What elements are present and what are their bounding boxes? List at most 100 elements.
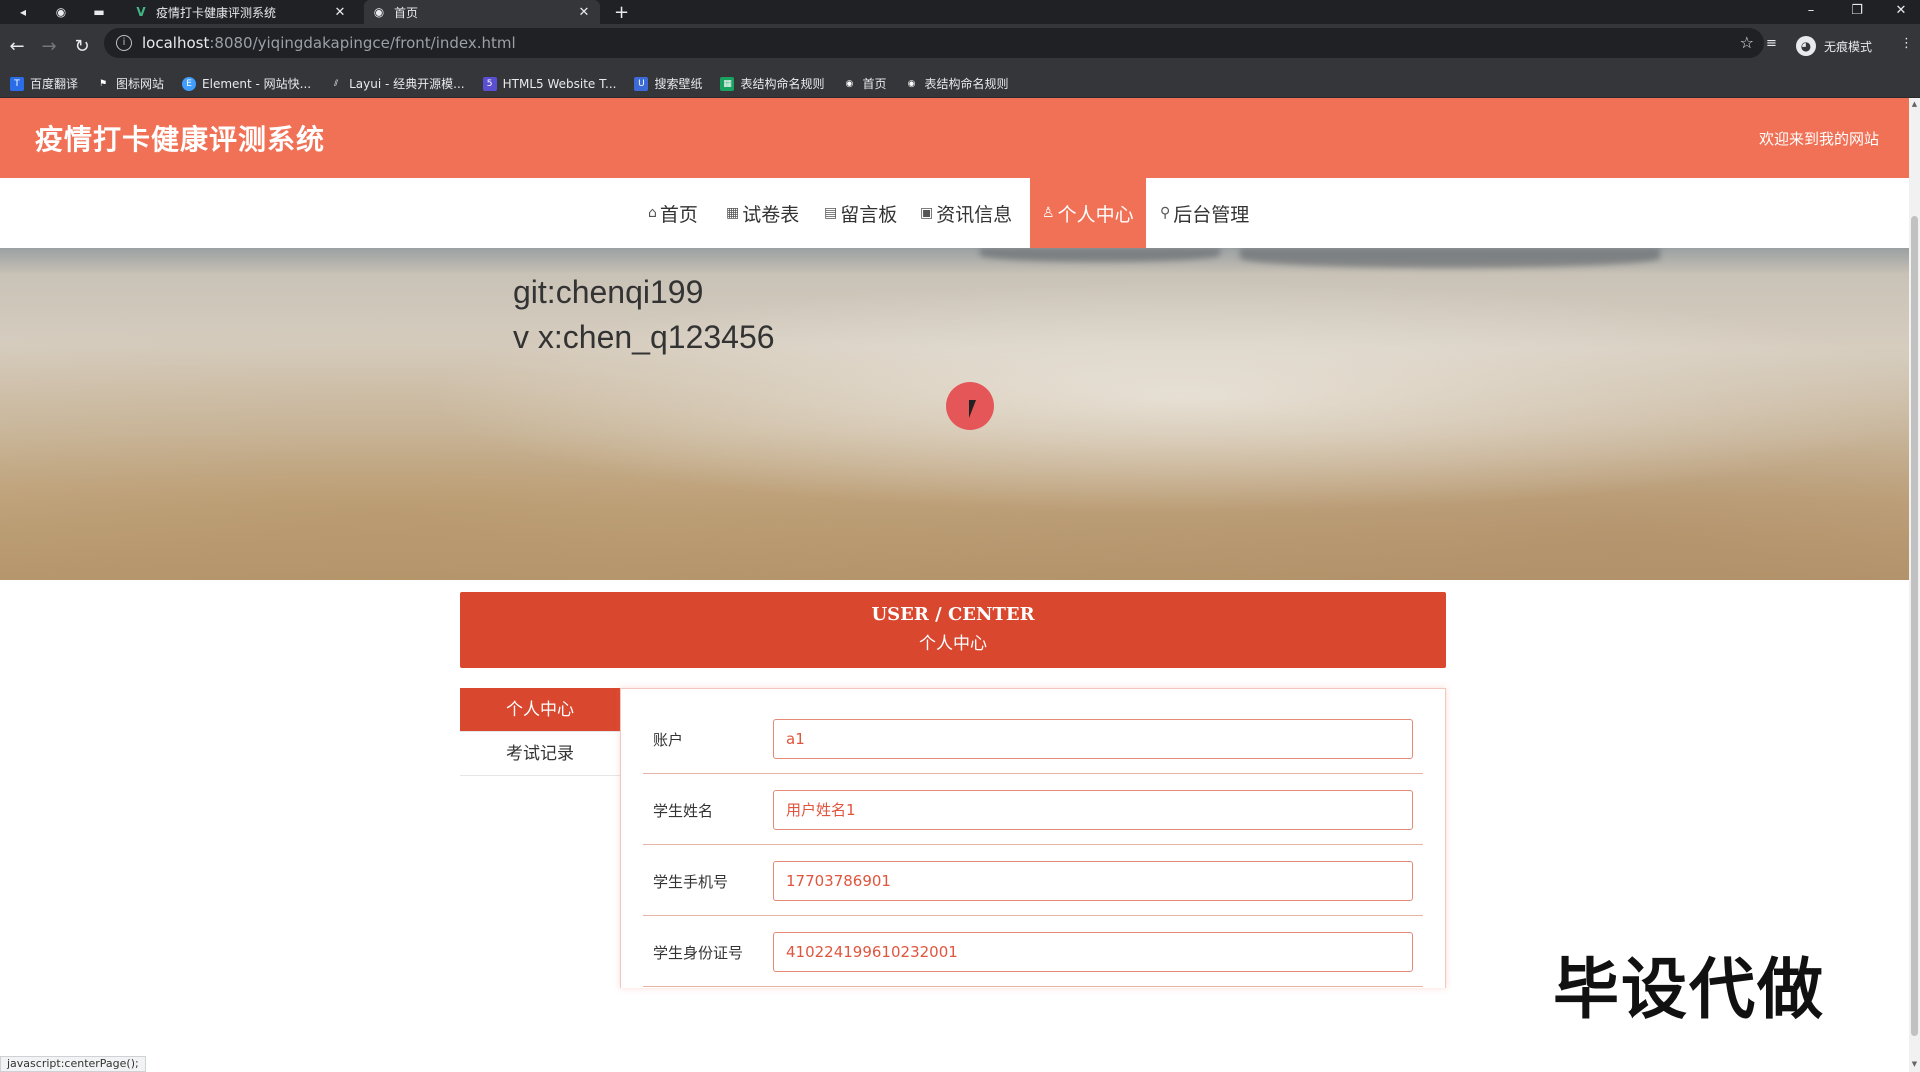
page-viewport: 疫情打卡健康评测系统 欢迎来到我的网站 ⌂ 首页 ▦ 试卷表 ▤ 留言板 ▣ 资讯信息 … (0, 98, 1920, 1072)
nav-admin[interactable]: ⚲ 后台管理 (1148, 178, 1261, 248)
back-icon[interactable]: ← (6, 36, 28, 58)
bookmark-item[interactable]: T 百度翻译 (10, 75, 78, 92)
account-label: 账户 (653, 731, 684, 749)
overlay-git-text: git:chenqi199 (513, 274, 704, 310)
bookmark-label: Layui - 经典开源模... (349, 77, 465, 91)
welcome-text: 欢迎来到我的网站 (1758, 130, 1879, 148)
tab-system[interactable]: V 疫情打卡健康评测系统 ✕ (126, 0, 356, 24)
user-center-title-en: USER / CENTER (871, 604, 1035, 625)
bookmark-item[interactable]: ⚑ 图标网站 (96, 75, 164, 92)
nav-label: 首页 (659, 203, 698, 226)
bookmark-item[interactable]: ◉ 首页 (842, 75, 887, 92)
student-name-label: 学生姓名 (653, 802, 714, 820)
form-row-name: 学生姓名 用户姓名1 (643, 774, 1423, 845)
user-center-header: USER / CENTER 个人中心 (460, 592, 1446, 668)
student-id-field[interactable]: 410224199610232001 (773, 932, 1413, 972)
bookmark-label: 表结构命名规则 (924, 77, 1009, 91)
forward-icon[interactable]: → (38, 36, 60, 58)
nav-label: 个人中心 (1057, 203, 1134, 226)
incognito-icon: ◕ (1796, 36, 1816, 56)
student-phone-label: 学生手机号 (653, 873, 729, 891)
flag-icon: ⚑ (98, 78, 108, 89)
profile-form: 账户 a1 学生姓名 用户姓名1 学生手机号 17703786901 学生身份证… (620, 688, 1446, 988)
window-icon[interactable]: ▬ (90, 3, 108, 21)
bookmark-label: HTML5 Website T... (502, 76, 617, 91)
bookmark-item[interactable]: E Element - 网站快... (182, 75, 311, 92)
reload-icon[interactable]: ↻ (71, 36, 93, 58)
translate-icon: T (10, 76, 24, 91)
bookmark-item[interactable]: U 搜索壁纸 (634, 75, 702, 92)
globe-icon: ◉ (907, 78, 916, 89)
site-title: 疫情打卡健康评测系统 (35, 123, 326, 156)
close-window-icon[interactable]: ✕ (1878, 0, 1920, 24)
nav-home[interactable]: ⌂ 首页 (636, 178, 710, 248)
cursor-icon (969, 400, 976, 418)
browser-status-bar: javascript:centerPage(); (0, 1056, 146, 1072)
layui-icon: ⫽ (334, 78, 339, 89)
nav-label: 留言板 (840, 203, 898, 226)
address-bar[interactable]: i localhost:8080/yiqingdakapingce/front/… (104, 28, 1764, 58)
student-id-label: 学生身份证号 (653, 944, 744, 962)
reading-list-icon[interactable]: ≡ (1766, 36, 1777, 51)
html5-icon: 5 (482, 76, 497, 91)
new-tab-icon[interactable]: + (614, 2, 629, 23)
bookmark-label: 百度翻译 (30, 77, 79, 91)
minimize-icon[interactable]: – (1788, 0, 1834, 24)
url-host: localhost (142, 34, 210, 52)
nav-news[interactable]: ▣ 资讯信息 (908, 178, 1024, 248)
page-scrollbar[interactable]: ▲ ▼ (1909, 98, 1920, 1072)
browser-tab-bar: ◂ ◉ ▬ V 疫情打卡健康评测系统 ✕ ◉ 首页 ✕ + – ❐ ✕ (0, 0, 1920, 24)
bookmark-item[interactable]: ◉ 表结构命名规则 (905, 75, 1009, 92)
star-icon[interactable]: ☆ (1740, 33, 1754, 52)
speaker-icon[interactable]: ◂ (14, 3, 32, 21)
main-nav: ⌂ 首页 ▦ 试卷表 ▤ 留言板 ▣ 资讯信息 ♙ 个人中心 ⚲ 后台管理 (0, 178, 1909, 248)
user-icon: ♙ (1042, 205, 1055, 221)
bookmark-item[interactable]: 5 HTML5 Website T... (482, 76, 617, 91)
student-name-field[interactable]: 用户姓名1 (773, 790, 1413, 830)
side-item-exam-records[interactable]: 考试记录 (460, 732, 620, 776)
bookmark-label: 图标网站 (116, 77, 165, 91)
globe-icon: ◉ (845, 78, 854, 89)
scroll-down-icon[interactable]: ▼ (1910, 1060, 1919, 1070)
account-field[interactable]: a1 (773, 719, 1413, 759)
tab-home[interactable]: ◉ 首页 ✕ (364, 0, 600, 24)
close-icon[interactable]: ✕ (332, 5, 348, 20)
user-side-menu: 个人中心 考试记录 (460, 688, 620, 776)
bookmark-label: 表结构命名规则 (740, 77, 825, 91)
restore-icon[interactable]: ❐ (1834, 0, 1880, 24)
nav-message-board[interactable]: ▤ 留言板 (812, 178, 909, 248)
overlay-contact-text: v x:chen_q123456 (513, 319, 775, 355)
form-row-account: 账户 a1 (643, 703, 1423, 774)
bookmark-label: Element - 网站快... (202, 77, 312, 91)
nav-exam-papers[interactable]: ▦ 试卷表 (714, 178, 811, 248)
bookmark-item[interactable]: ⫽ Layui - 经典开源模... (329, 75, 465, 92)
bookmark-label: 搜索壁纸 (654, 77, 703, 91)
wallpaper-icon: U (634, 76, 649, 91)
form-row-id: 学生身份证号 410224199610232001 (643, 916, 1423, 987)
element-icon: E (182, 76, 197, 91)
info-icon[interactable]: i (116, 35, 132, 51)
bookmark-item[interactable]: ▦ 表结构命名规则 (720, 75, 824, 92)
scroll-up-icon[interactable]: ▲ (1910, 100, 1919, 110)
sheet-icon: ▦ (720, 76, 735, 91)
grid-icon: ▦ (726, 205, 740, 221)
bookmarks-bar: T 百度翻译 ⚑ 图标网站 E Element - 网站快... ⫽ Layui - 经… (0, 70, 1920, 98)
nav-label: 后台管理 (1173, 203, 1250, 226)
banner-carousel[interactable]: git:chenqi199 v x:chen_q123456 (0, 248, 1909, 580)
profile-label: 无痕模式 (1824, 39, 1873, 54)
site-header: 疫情打卡健康评测系统 欢迎来到我的网站 (0, 98, 1909, 178)
scroll-thumb[interactable] (1911, 216, 1918, 1036)
globe-icon[interactable]: ◉ (52, 3, 70, 21)
menu-icon[interactable]: ⋮ (1900, 36, 1913, 51)
student-phone-field[interactable]: 17703786901 (773, 861, 1413, 901)
side-item-profile[interactable]: 个人中心 (460, 688, 620, 732)
news-icon: ▣ (920, 205, 934, 221)
incognito-profile[interactable]: ◕ 无痕模式 (1796, 36, 1872, 56)
nav-label: 资讯信息 (936, 203, 1013, 226)
link-icon: ⚲ (1160, 205, 1171, 221)
user-center-title-cn: 个人中心 (919, 634, 987, 654)
bookmark-label: 首页 (862, 77, 887, 91)
nav-user-center[interactable]: ♙ 个人中心 (1030, 178, 1146, 248)
home-icon: ⌂ (648, 205, 657, 221)
close-icon[interactable]: ✕ (576, 5, 592, 20)
